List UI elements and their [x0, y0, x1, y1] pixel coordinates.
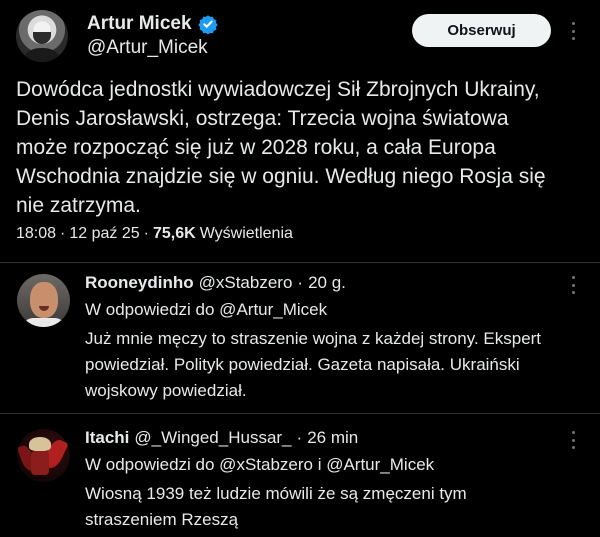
avatar-face	[30, 282, 58, 318]
reply-author-name[interactable]: Rooneydinho	[85, 273, 194, 293]
view-count: 75,6K	[152, 225, 196, 242]
views-label: Wyświetlenia	[199, 225, 293, 242]
avatar-shirt	[23, 318, 65, 327]
reply-header: Rooneydinho @xStabzero · 20 g.	[85, 273, 346, 293]
avatar-shoulders	[20, 48, 64, 62]
tweet-date[interactable]: 12 paź 25	[69, 225, 139, 243]
meta-separator: ·	[143, 225, 149, 242]
reply-text: Już mnie męczy to straszenie wojna z każ…	[85, 329, 542, 400]
tweet-text: Dowódca jednostki wywiadowczej Sił Zbroj…	[16, 78, 546, 217]
reply-text: Wiosną 1939 też ludzie mówili że są zmęc…	[85, 484, 467, 529]
avatar-figure	[31, 451, 49, 475]
avatar[interactable]	[16, 10, 68, 62]
verified-badge-icon	[197, 15, 218, 34]
avatar[interactable]	[17, 429, 70, 482]
reply-author-name[interactable]: Itachi	[85, 428, 129, 448]
follow-button[interactable]: Obserwuj	[412, 14, 551, 47]
reply-time[interactable]: 20 g.	[308, 273, 346, 293]
tweet-meta: 18:08 · 12 paź 25 · 75,6K Wyświetlenia	[16, 225, 293, 243]
meta-separator: ·	[297, 273, 304, 292]
reply-author-handle[interactable]: @xStabzero	[199, 273, 293, 293]
author-name[interactable]: Artur Micek	[87, 13, 192, 35]
more-options-icon[interactable]	[570, 431, 576, 449]
meta-separator: ·	[60, 225, 66, 242]
author-name-row[interactable]: Artur Micek	[87, 13, 218, 35]
divider	[0, 413, 600, 414]
avatar[interactable]	[17, 274, 70, 327]
reply-header: Itachi @_Winged_Hussar_ · 26 min	[85, 428, 358, 448]
avatar-hair	[29, 437, 51, 451]
reply-to-label[interactable]: W odpowiedzi do @xStabzero i @Artur_Mice…	[85, 455, 434, 475]
main-tweet: Artur Micek @Artur_Micek Obserwuj Dowódc…	[0, 0, 600, 262]
reply-time[interactable]: 26 min	[307, 428, 358, 448]
meta-separator: ·	[296, 428, 303, 447]
more-options-icon[interactable]	[570, 276, 576, 294]
tweet-time[interactable]: 18:08	[16, 225, 56, 243]
more-options-icon[interactable]	[570, 22, 576, 40]
avatar-beard	[33, 32, 51, 44]
reply-author-handle[interactable]: @_Winged_Hussar_	[134, 428, 291, 448]
reply-to-label[interactable]: W odpowiedzi do @Artur_Micek	[85, 300, 327, 320]
divider	[0, 262, 600, 263]
author-handle[interactable]: @Artur_Micek	[87, 37, 208, 59]
